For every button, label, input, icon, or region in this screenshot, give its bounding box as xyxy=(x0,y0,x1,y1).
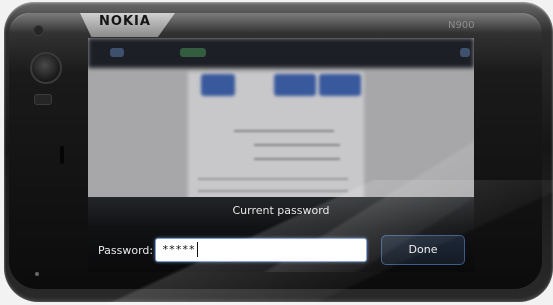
password-value: ***** xyxy=(162,243,196,256)
dialog-title: Current password xyxy=(232,204,330,217)
password-label: Password: xyxy=(98,244,154,257)
nokia-logo: NOKIA xyxy=(99,14,151,29)
phone-screen: Current password Password: ***** Done xyxy=(88,38,474,272)
proximity-sensor-icon xyxy=(34,94,52,105)
text-caret xyxy=(197,242,198,257)
front-camera-icon xyxy=(33,25,44,36)
indicator-led-icon xyxy=(35,272,39,276)
camera-icon xyxy=(30,52,62,84)
password-input[interactable]: ***** xyxy=(155,238,367,262)
stylus-slot-icon xyxy=(60,146,64,164)
model-label: N900 xyxy=(448,20,475,31)
password-dialog: Current password Password: ***** Done xyxy=(88,197,474,272)
done-button[interactable]: Done xyxy=(381,235,465,265)
